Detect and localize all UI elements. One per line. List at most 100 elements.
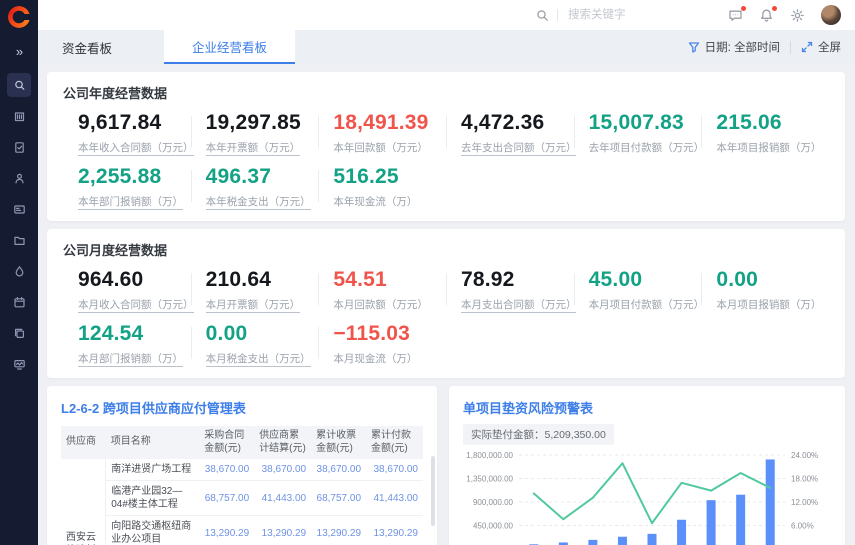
- metric-label-text[interactable]: 本月税金支出（万元）: [206, 353, 311, 367]
- amount-cell[interactable]: 41,443.00: [254, 481, 311, 516]
- metric: 2,255.88 本年部门报销额（万）: [63, 165, 191, 209]
- sidebar-item-id-card-icon[interactable]: [7, 197, 31, 221]
- metric: 516.25 本年现金流（万）: [318, 165, 446, 209]
- metric-label-text: 本月现金流（万）: [333, 353, 417, 366]
- supplier-payable-card: L2-6-2 跨项目供应商应付管理表 供应商项目名称采购合同金额(元)供应商累计…: [47, 386, 437, 545]
- bar[interactable]: [707, 500, 716, 545]
- amount-cell[interactable]: 13,290.29: [199, 516, 254, 545]
- sidebar-item-copy-icon[interactable]: [7, 321, 31, 345]
- amount-cell[interactable]: 13,290.29: [366, 516, 423, 545]
- metric-label-text: 本年现金流（万）: [333, 196, 417, 209]
- right-axis-tick: 24.00%: [791, 451, 818, 460]
- amount-cell[interactable]: 41,443.00: [366, 481, 423, 516]
- metric-label-text: 本月回款额（万元）: [333, 299, 428, 312]
- sidebar-item-seal-icon[interactable]: [7, 166, 31, 190]
- amount-cell[interactable]: 38,670.00: [366, 459, 423, 481]
- metric-label-text[interactable]: 本月开票额（万元）: [206, 299, 301, 313]
- metric-value: 18,491.39: [333, 111, 446, 135]
- sidebar-item-monitor-icon[interactable]: [7, 352, 31, 376]
- sidebar-item-folder-icon[interactable]: [7, 228, 31, 252]
- fullscreen-icon: [801, 41, 813, 53]
- sidebar-item-ink-drop-icon[interactable]: [7, 259, 31, 283]
- metric-label-text: 本年回款额（万元）: [333, 142, 428, 155]
- amount-cell[interactable]: 38,670.00: [254, 459, 311, 481]
- metric-label: 本月项目报销额（万）: [716, 297, 829, 312]
- column-header: 供应商: [61, 426, 106, 459]
- bar[interactable]: [677, 520, 686, 545]
- fullscreen-button[interactable]: 全屏: [801, 39, 841, 55]
- metric-value: 4,472.36: [461, 111, 574, 135]
- metric-label-text[interactable]: 本年收入合同额（万元）: [78, 142, 194, 156]
- ratio-line[interactable]: [534, 463, 770, 523]
- metric-label: 本年税金支出（万元）: [206, 194, 319, 209]
- annual-metrics: 9,617.84本年收入合同额（万元）19,297.85本年开票额（万元）18,…: [63, 111, 829, 209]
- gear-icon[interactable]: [790, 8, 805, 23]
- metric-value: 210.64: [206, 268, 319, 292]
- bell-icon[interactable]: [759, 8, 774, 23]
- bar[interactable]: [588, 540, 597, 545]
- amount-cell[interactable]: 68,757.00: [199, 481, 254, 516]
- table-scrollbar[interactable]: [431, 456, 435, 526]
- global-search[interactable]: [536, 8, 690, 22]
- user-avatar[interactable]: [821, 5, 841, 25]
- metric-label-text[interactable]: 本年税金支出（万元）: [206, 196, 311, 210]
- amount-cell[interactable]: 38,670.00: [311, 459, 366, 481]
- metric-label-text[interactable]: 本年部门报销额（万）: [78, 196, 183, 210]
- bar[interactable]: [618, 537, 627, 545]
- notification-dot: [741, 6, 746, 11]
- calendar-icon: [13, 296, 26, 309]
- metric-value: 0.00: [206, 322, 319, 346]
- metric: 0.00 本月税金支出（万元）: [191, 322, 319, 366]
- sidebar-item-document-check-icon[interactable]: [7, 135, 31, 159]
- amount-cell[interactable]: 13,290.29: [311, 516, 366, 545]
- left-axis-tick: 450,000.00: [473, 522, 514, 531]
- column-header: 采购合同金额(元): [199, 426, 254, 459]
- metric-label-text[interactable]: 去年支出合同额（万元）: [461, 142, 577, 156]
- bar[interactable]: [766, 459, 775, 545]
- amount-cell[interactable]: 68,757.00: [311, 481, 366, 516]
- building-icon: [13, 110, 26, 123]
- metric: 215.06本年项目报销额（万）: [701, 111, 829, 155]
- tab-funds-dashboard[interactable]: 资金看板: [48, 30, 126, 64]
- metric-label-text[interactable]: 本月收入合同额（万元）: [78, 299, 194, 313]
- bar[interactable]: [648, 534, 657, 545]
- metric-value: 2,255.88: [78, 165, 191, 189]
- date-filter[interactable]: 日期: 全部时间: [688, 39, 780, 55]
- metric-value: 964.60: [78, 268, 191, 292]
- metric-label: 去年支出合同额（万元）: [461, 140, 574, 155]
- copy-icon: [13, 327, 26, 340]
- metric-label-text[interactable]: 本年开票额（万元）: [206, 142, 301, 156]
- main-column: 资金看板 企业经营看板 日期: 全部时间 全屏 公司年度经营数据 9,617.8…: [38, 0, 855, 545]
- tab-enterprise-dashboard[interactable]: 企业经营看板: [164, 30, 295, 64]
- metric-label-text[interactable]: 本月支出合同额（万元）: [461, 299, 577, 313]
- supplier-payable-table: 供应商项目名称采购合同金额(元)供应商累计结算(元)累计收票金额(元)累计付款金…: [61, 426, 423, 545]
- search-input[interactable]: [566, 8, 690, 22]
- table-header-row: 供应商项目名称采购合同金额(元)供应商累计结算(元)累计收票金额(元)累计付款金…: [61, 426, 423, 459]
- sidebar-item-calendar-icon[interactable]: [7, 290, 31, 314]
- metric-value: 516.25: [333, 165, 446, 189]
- amount-cell[interactable]: 13,290.29: [254, 516, 311, 545]
- risk-card-title: 单项目垫资风险预警表: [463, 398, 831, 417]
- risk-combo-chart[interactable]: 1,800,000.0024.00%1,350,000.0018.00%900,…: [463, 449, 831, 545]
- metric-label-text: 本月项目付款额（万元）: [589, 299, 705, 312]
- bar[interactable]: [736, 495, 745, 545]
- risk-warning-card: 单项目垫资风险预警表 实际垫付金额：5,209,350.00 1,800,000…: [449, 386, 845, 545]
- metric-label: 本月收入合同额（万元）: [78, 297, 191, 312]
- table-row: 向阳路交通枢纽商业办公项目13,290.2913,290.2913,290.29…: [61, 516, 423, 545]
- sidebar-expand-icon[interactable]: »: [16, 44, 22, 59]
- metric-value: −115.03: [333, 322, 446, 346]
- amount-cell[interactable]: 38,670.00: [199, 459, 254, 481]
- metric: 124.54本月部门报销额（万）: [63, 322, 191, 366]
- brand-logo-icon[interactable]: [8, 6, 30, 28]
- metric: 78.92本月支出合同额（万元）: [446, 268, 574, 312]
- metric-label-text[interactable]: 本月部门报销额（万）: [78, 353, 183, 367]
- metric: 0.00本月项目报销额（万）: [701, 268, 829, 312]
- metric-label-text: 本月项目报销额（万）: [716, 299, 821, 312]
- right-axis-tick: 18.00%: [791, 475, 818, 484]
- message-icon[interactable]: [728, 8, 743, 23]
- sidebar-item-building-icon[interactable]: [7, 104, 31, 128]
- table-row: 西安云峰建材有限公司南洋进贤广场工程38,670.0038,670.0038,6…: [61, 459, 423, 481]
- metric-label-text: 本年项目报销额（万）: [716, 142, 821, 155]
- seal-icon: [13, 172, 26, 185]
- sidebar-item-search-icon[interactable]: [7, 73, 31, 97]
